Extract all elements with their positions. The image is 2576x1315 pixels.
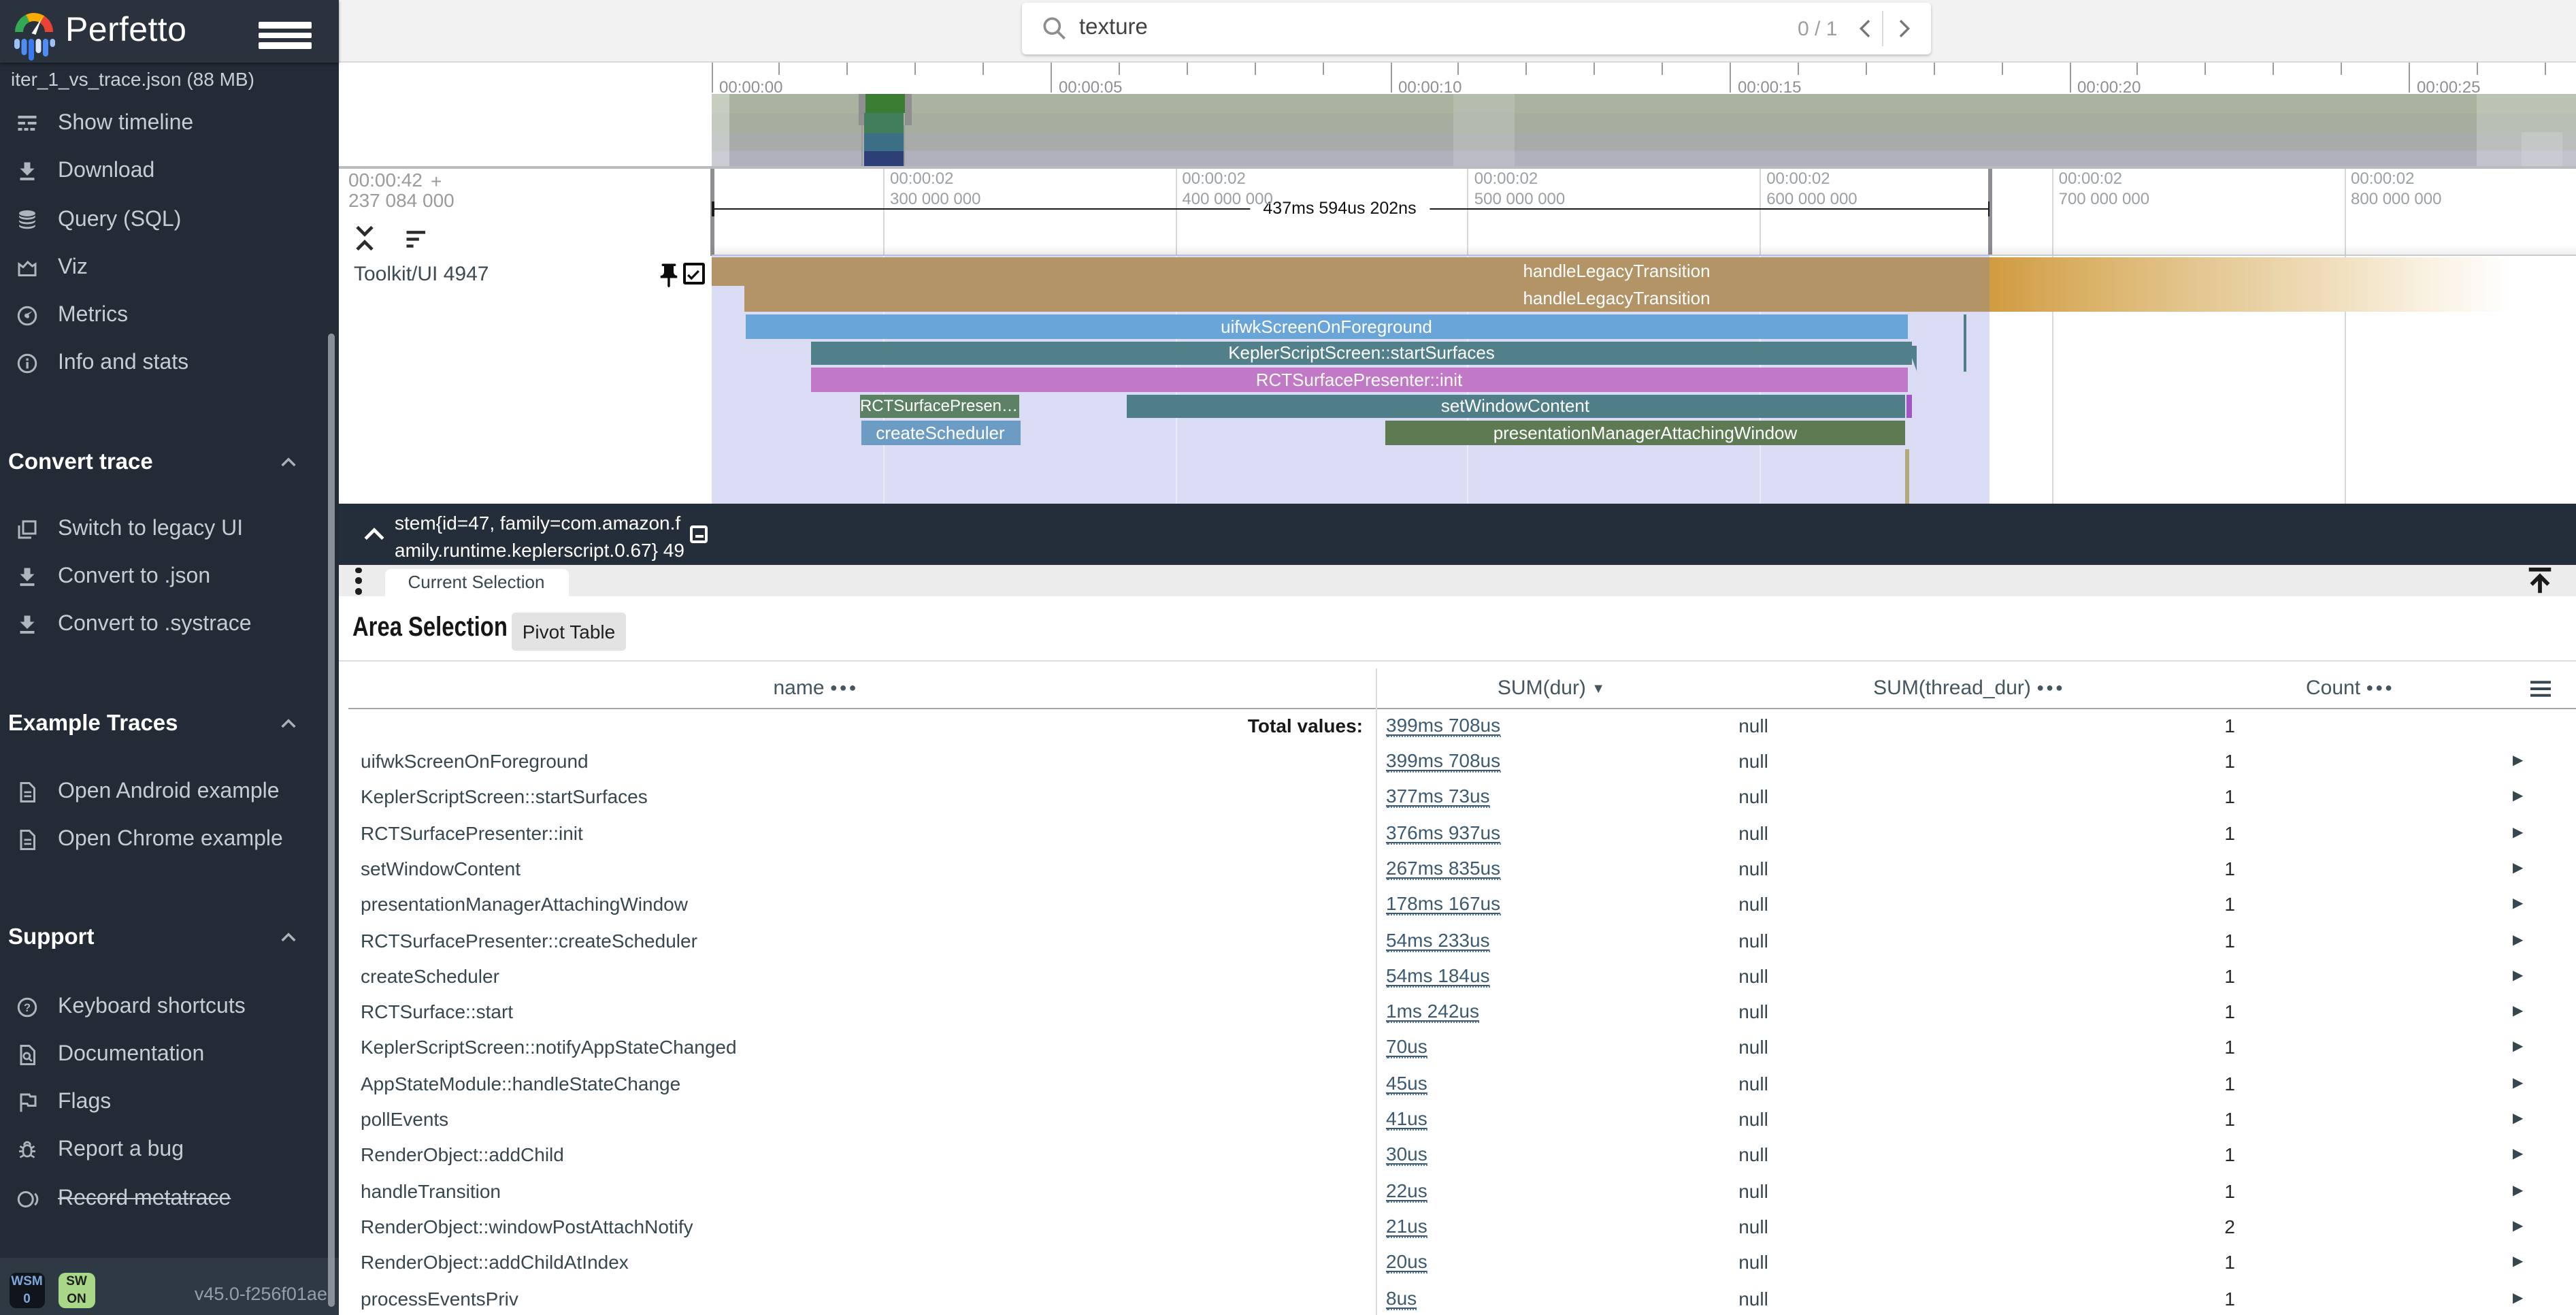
svg-text:?: ? xyxy=(24,1001,31,1013)
